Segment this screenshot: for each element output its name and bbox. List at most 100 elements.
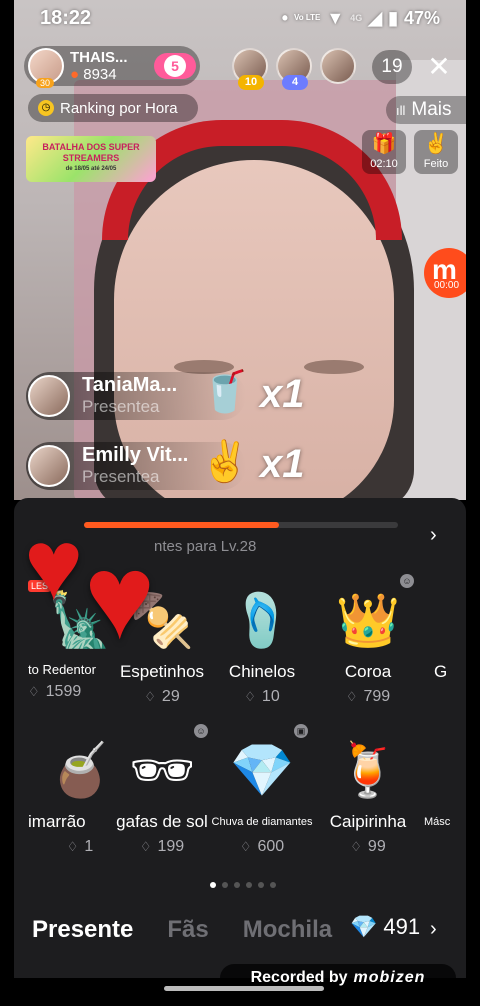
heart-icon: ♥ [24,509,84,621]
gift-item[interactable]: 🩴 Chinelos ♢ 10 [210,582,314,706]
gift-item[interactable]: ▣ 💎 Chuva de diamantes ♢ 600 [210,724,314,856]
v-icon: ✌ [423,133,449,155]
wifi-icon: ▼ [326,7,345,28]
tab-fas[interactable]: Fãs [167,916,208,944]
viewer-count[interactable]: 19 [372,50,412,84]
gift-name: G [434,662,448,681]
viewer-badge: 10 [238,75,264,90]
diamond-rain-icon: 💎 [229,742,295,800]
diamond-icon: ♢ [66,839,79,854]
bars-icon: ıll [396,102,406,118]
battle-dates: de 18/05 até 24/05 [65,166,117,172]
notification-sub: Presentea [82,397,160,416]
page-dot[interactable] [234,882,240,888]
gift-partial-icon [434,582,466,662]
battery-icon: ▮ [388,7,398,28]
notification-dot-icon: • [281,7,288,28]
home-indicator[interactable] [164,986,324,991]
gift-name: Coroa [344,662,392,681]
mobizen-logo: mobizen [353,969,426,986]
diamond-icon: ♢ [244,689,256,704]
gift-name: gafas de sol [116,812,208,831]
gift-item[interactable]: ☺ 👑 Coroa ♢ 799 [316,574,420,706]
recorder-timer: 00:00 [434,280,460,291]
balance-value: 491 [383,914,421,939]
gift-price: 29 [161,688,180,705]
gift-price: 600 [257,838,285,855]
hearts-animation: ♥ ♥ [24,508,204,664]
gift-price: 10 [261,688,280,705]
ranking-label: Ranking por Hora [60,99,178,117]
status-time: 18:22 [40,6,92,29]
viewer-avatar[interactable]: 4 [276,48,312,90]
gift-drink-icon: 🥤 [200,370,250,414]
chevron-right-icon[interactable]: › [430,918,437,941]
flip-flops-icon: 🩴 [229,592,295,650]
tab-mochila[interactable]: Mochila [243,916,332,944]
gift-price: 1 [84,838,94,855]
sender-name: TaniaMa... [82,374,178,396]
crown-icon: 👑 [335,592,401,650]
ranking-button[interactable]: ◷ Ranking por Hora [28,94,198,122]
recorder-floating-button[interactable]: m 00:00 [424,248,466,298]
signal-icon: ◢ [368,7,383,28]
host-score: 8934 [83,66,117,83]
event-label: Feito [423,158,449,170]
heart-icon: ♥ [84,530,156,664]
gift-item[interactable]: 🍹 Caipirinha ♢ 99 [316,732,420,856]
gift-count: x1 [260,442,305,486]
gift-item-partial[interactable]: G [434,582,466,682]
gift-price: 199 [157,838,185,855]
sender-avatar[interactable] [28,375,70,417]
gift-item-partial[interactable]: Másc [424,732,466,832]
viewer-avatar[interactable]: 10 [232,48,268,90]
info-icon[interactable]: ☺ [400,574,414,588]
gift-name: Másc [424,816,451,828]
page-dot[interactable] [210,882,216,888]
signal-type: 4G [350,13,363,23]
host-name: THAIS... [70,49,128,66]
diamond-balance[interactable]: 💎 491 [350,914,420,940]
notification-sub: Presentea [82,467,160,486]
gift-price: 799 [363,688,391,705]
sender-avatar[interactable] [28,445,70,487]
more-button[interactable]: ıll Mais [386,96,466,124]
page-dot[interactable] [258,882,264,888]
event-gift-box[interactable]: 🎁 02:10 [362,130,406,174]
more-label: Mais [411,99,452,120]
page-indicator [210,882,276,888]
event-timer: 02:10 [370,158,398,170]
battle-banner[interactable]: BATALHA DOS SUPER STREAMERS de 18/05 até… [26,136,156,182]
host-level: 5 [164,55,186,77]
diamond-icon: ♢ [239,839,252,854]
gift-count: x1 [260,372,305,416]
host-level-badge[interactable]: 5 [154,53,196,79]
sender-name: Emilly Vit... [82,444,189,466]
gift-name: Chuva de diamantes [211,816,313,828]
flame-icon: ● [70,66,80,83]
close-icon[interactable]: ✕ [426,50,452,84]
diamond-icon: ♢ [139,839,152,854]
gift-name: Chinelos [228,662,296,681]
tab-presente[interactable]: Presente [32,916,133,944]
diamond-icon: ♢ [350,839,362,854]
chevron-right-icon[interactable]: › [430,524,437,547]
sunglasses-icon: 🕶 [128,742,195,800]
top-viewers: 10 4 [232,48,356,90]
gift-item[interactable]: ☺ 🕶 gafas de sol ♢ 199 [110,724,214,856]
page-dot[interactable] [222,882,228,888]
page-dot[interactable] [246,882,252,888]
gift-box-icon: 🎁 [371,133,397,155]
info-icon[interactable]: ☺ [194,724,208,738]
event-completed[interactable]: ✌ Feito [414,130,458,174]
page-dot[interactable] [270,882,276,888]
video-eye-right [304,360,364,374]
gift-partial-icon [424,732,466,812]
gift-price: 99 [367,838,386,855]
phone-screen: 18:22 • Vo LTE ▼ 4G ◢ ▮ 47% THAIS... ● 8… [14,0,466,1006]
gem-icon: 💎 [350,914,378,939]
viewer-avatar[interactable] [320,48,356,84]
caipirinha-icon: 🍹 [335,742,401,800]
bag-icon[interactable]: ▣ [294,724,308,738]
gift-price: 1599 [45,683,82,700]
